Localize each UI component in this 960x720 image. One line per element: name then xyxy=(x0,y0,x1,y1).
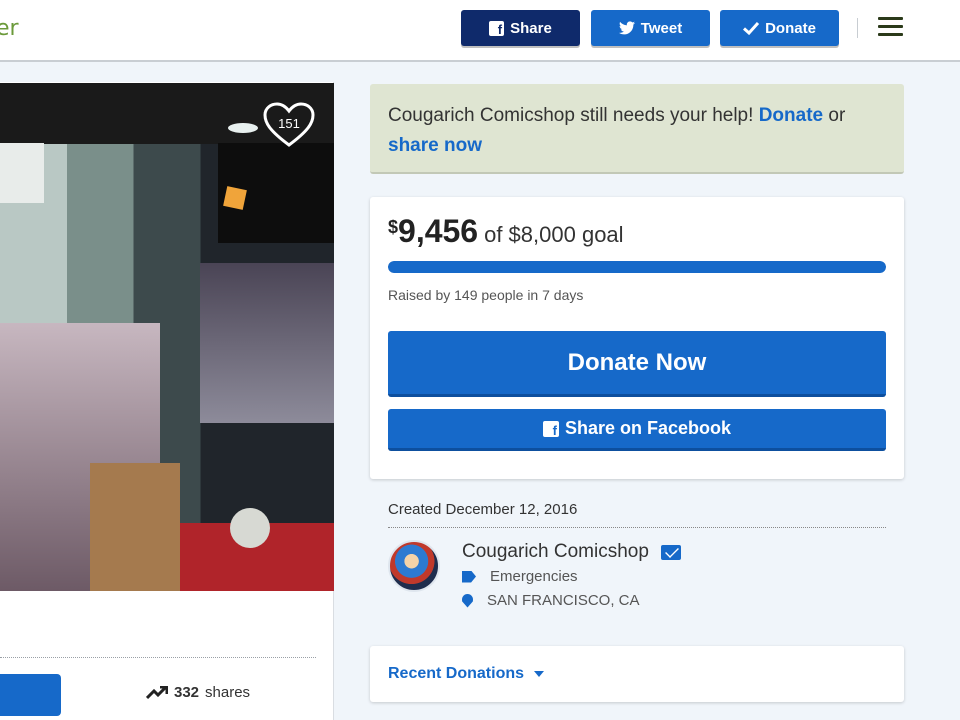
location-row: SAN FRANCISCO, CA xyxy=(462,592,640,609)
category-label[interactable]: Emergencies xyxy=(490,568,578,585)
tweet-button-label: Tweet xyxy=(640,19,683,37)
checkmark-icon xyxy=(743,21,760,35)
share-button-label: Share xyxy=(510,19,552,37)
caret-down-icon xyxy=(534,671,545,677)
brand-logo-fragment: er xyxy=(0,16,19,41)
envelope-icon[interactable] xyxy=(660,544,681,560)
share-on-facebook-label: Share on Facebook xyxy=(564,418,732,438)
currency-symbol: $ xyxy=(388,217,399,237)
twitter-icon xyxy=(618,21,635,35)
raised-value: 9,456 xyxy=(398,213,479,249)
progress-bar xyxy=(388,261,886,273)
raised-amount: $ 9,456 of $8,000 goal xyxy=(388,213,624,250)
location-label: SAN FRANCISCO, CA xyxy=(487,592,640,609)
donate-now-button[interactable]: Donate Now xyxy=(388,331,886,397)
header-divider xyxy=(857,18,858,38)
donate-button-label: Donate xyxy=(765,19,816,37)
shares-count: 332 xyxy=(174,684,200,701)
share-on-facebook-button[interactable]: f Share on Facebook xyxy=(388,409,886,451)
alert-share-link[interactable]: share now xyxy=(388,135,482,156)
progress-fill xyxy=(388,261,886,273)
left-action-button[interactable] xyxy=(0,674,61,716)
goal-text: of $8,000 goal xyxy=(484,222,624,247)
top-navigation-bar: er f Share Tweet Donate xyxy=(0,0,960,62)
alert-or: or xyxy=(828,105,846,126)
share-button[interactable]: f Share xyxy=(461,10,580,46)
raised-by-text: Raised by 149 people in 7 days xyxy=(388,287,584,303)
heart-count: 151 xyxy=(278,116,300,131)
shares-counter: 332 shares xyxy=(146,684,250,701)
map-pin-icon xyxy=(462,593,473,608)
facebook-icon: f xyxy=(489,20,505,36)
needs-help-alert: Cougarich Comicshop still needs your hel… xyxy=(370,84,904,174)
recent-donations-toggle[interactable]: Recent Donations xyxy=(370,646,904,702)
alert-text: Cougarich Comicshop still needs your hel… xyxy=(388,105,754,126)
trending-up-icon xyxy=(146,685,168,699)
created-date: Created December 12, 2016 xyxy=(388,501,578,518)
goal-card: $ 9,456 of $8,000 goal Raised by 149 peo… xyxy=(370,197,904,479)
alert-donate-link[interactable]: Donate xyxy=(759,105,823,126)
hamburger-icon[interactable] xyxy=(878,17,903,37)
facebook-icon: f xyxy=(542,420,559,437)
recent-donations-label: Recent Donations xyxy=(388,665,525,682)
shares-label: shares xyxy=(205,684,251,701)
tweet-button[interactable]: Tweet xyxy=(591,10,710,46)
organizer-avatar[interactable] xyxy=(388,540,440,592)
campaign-photo xyxy=(0,83,334,591)
left-divider xyxy=(0,657,316,658)
created-divider xyxy=(388,527,886,528)
category-row: Emergencies xyxy=(462,568,578,585)
donate-button[interactable]: Donate xyxy=(720,10,839,46)
tag-icon xyxy=(462,570,476,583)
organizer-name[interactable]: Cougarich Comicshop xyxy=(462,541,649,563)
organizer-name-row: Cougarich Comicshop xyxy=(462,541,681,563)
